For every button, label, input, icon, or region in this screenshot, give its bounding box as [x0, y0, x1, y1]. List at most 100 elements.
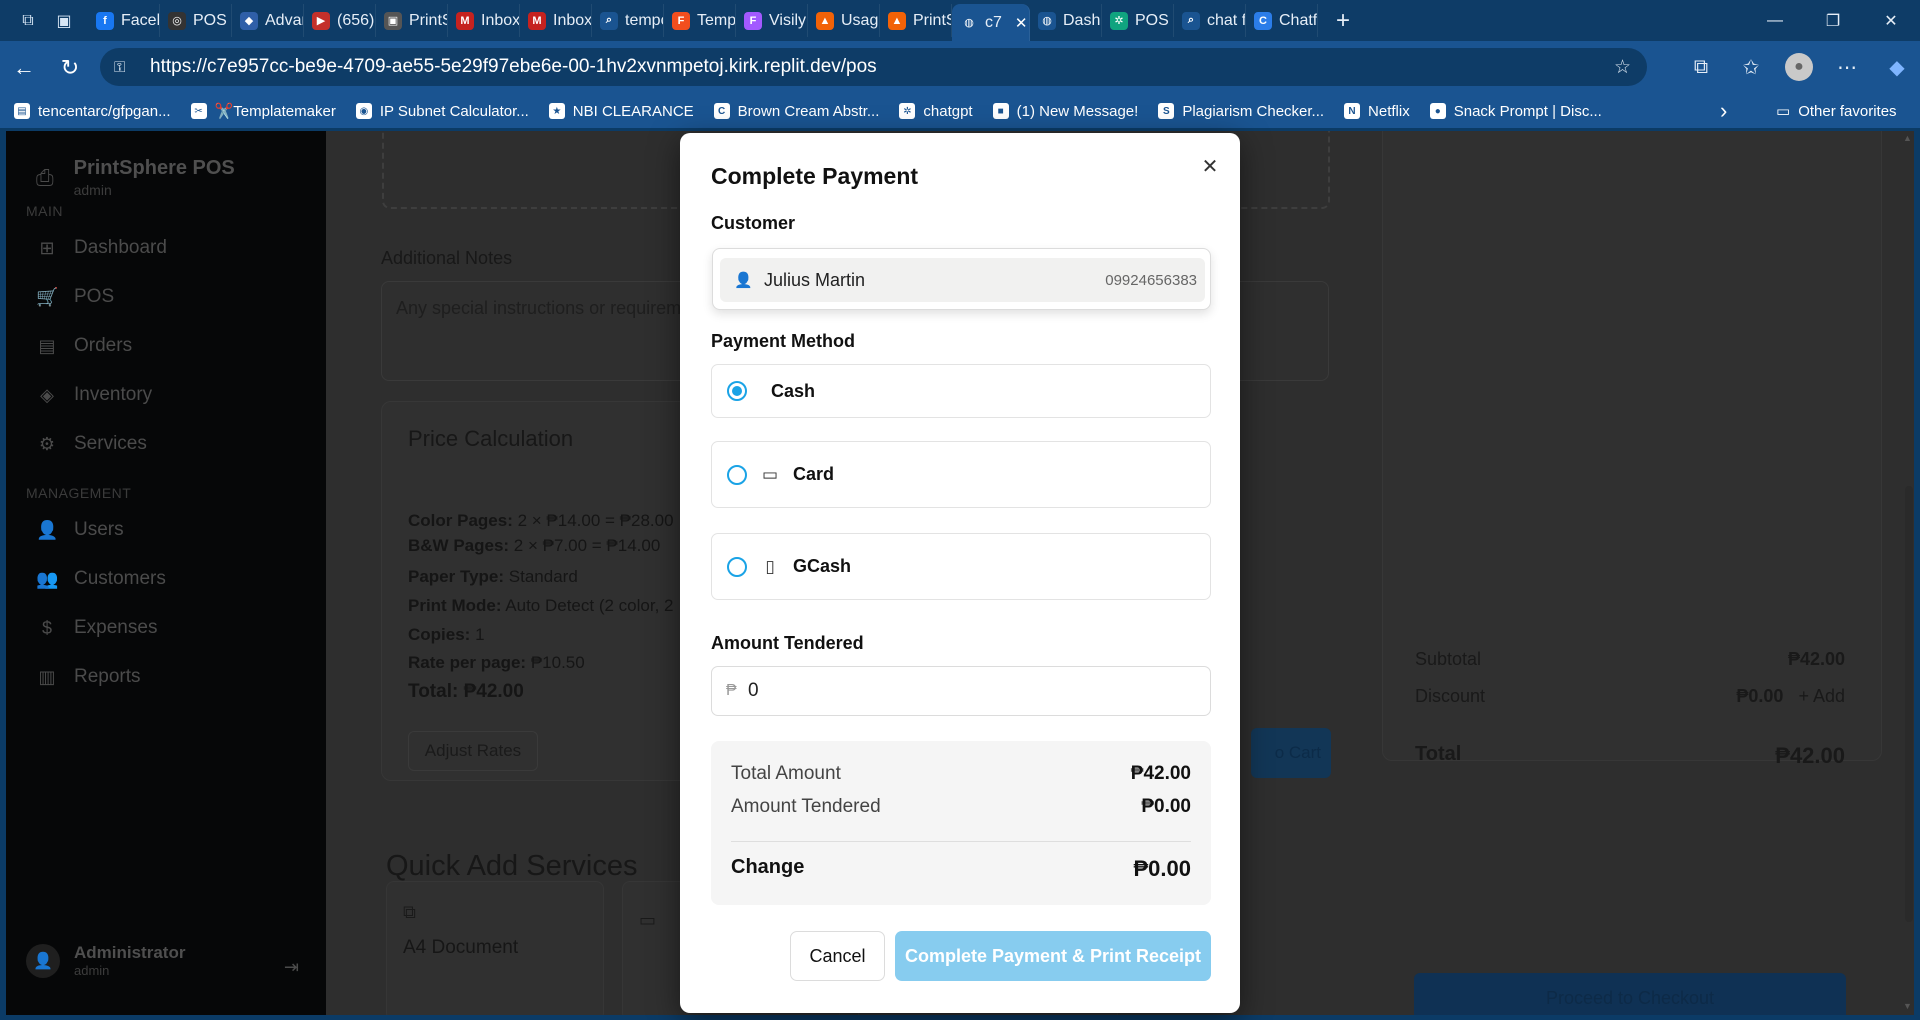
payment-method-label: Payment Method [711, 331, 856, 351]
sidebar-item-inventory[interactable]: ◈ Inventory [36, 384, 152, 406]
radio-card[interactable] [727, 464, 747, 485]
browser-tab[interactable]: ✲ POS sy [1102, 4, 1174, 37]
restore-icon[interactable]: ❐ [1804, 0, 1862, 41]
price-line-value: 2 × ₱14.00 = ₱28.00 [512, 511, 674, 530]
tab-favicon-icon: ◍ [1038, 11, 1056, 30]
site-info-icon[interactable]: ⚿ [114, 59, 134, 76]
bookmark-item[interactable]: ▤ tencentarc/gfpgan... [14, 103, 171, 120]
bookmark-label: Netflix [1368, 102, 1410, 120]
quick-add-card[interactable]: ⧉ A4 Document [386, 881, 604, 1015]
bookmark-item[interactable]: ✲ chatgpt [899, 103, 973, 120]
browser-tab[interactable]: ▶ (656) S [304, 4, 376, 37]
brand-title: PrintSphere POS [73, 157, 235, 179]
sidebar-item-customers[interactable]: 👥 Customers [36, 568, 166, 590]
browser-tab[interactable]: f Facebo [88, 4, 160, 37]
url-field[interactable]: ⚿ https://c7e957cc-be9e-4709-ae55-5e29f9… [100, 48, 1647, 86]
browser-tab[interactable]: ▲ PrintSp [880, 4, 952, 37]
bookmark-label: Plagiarism Checker... [1182, 102, 1325, 120]
scroll-up-icon[interactable]: ▲ [1903, 133, 1912, 143]
sidebar-item-users[interactable]: 👤 Users [36, 519, 124, 541]
browser-tab[interactable]: ◍ c7 ✕ [952, 4, 1030, 41]
price-line-key: Paper Type: [408, 567, 505, 586]
bookmark-item[interactable]: ■ (1) New Message! [992, 103, 1138, 120]
logout-icon[interactable]: ⇥ [284, 957, 299, 978]
tab-title: Inbox ( [553, 11, 592, 29]
extensions-icon[interactable]: ⧉ [1685, 49, 1717, 85]
bookmarks-overflow-icon[interactable]: › [1720, 98, 1727, 124]
sidebar-item-services[interactable]: ⚙ Services [36, 433, 147, 455]
amount-tendered-input[interactable] [748, 680, 1188, 702]
payment-option-label: Cash [771, 380, 816, 401]
payment-option-gcash[interactable]: ▯ GCash [711, 533, 1211, 600]
payment-option-cash[interactable]: Cash [711, 364, 1211, 418]
refresh-icon[interactable]: ↻ [48, 46, 92, 90]
sidebar-item-dashboard[interactable]: ⊞ Dashboard [36, 237, 167, 259]
bookmark-item[interactable]: ✂ ✂️Templatemaker [190, 102, 336, 120]
bookmark-item[interactable]: ◉ IP Subnet Calculator... [355, 103, 529, 120]
sidebar-item-label: Inventory [74, 384, 153, 405]
payment-option-card[interactable]: ▭ Card [711, 441, 1211, 508]
new-tab-button[interactable]: + [1328, 7, 1358, 35]
discount-add-button[interactable]: + Add [1798, 686, 1845, 706]
scroll-thumb[interactable] [1905, 486, 1913, 922]
tab-favicon-icon: f [96, 11, 114, 30]
bookmark-item[interactable]: N Netflix [1344, 103, 1410, 120]
adjust-rates-button[interactable]: Adjust Rates [408, 731, 538, 771]
customer-option[interactable]: 👤 Julius Martin 09924656383 [720, 258, 1205, 302]
complete-payment-button[interactable]: Complete Payment & Print Receipt [895, 931, 1211, 981]
price-line: Print Mode: Auto Detect (2 color, 2 [408, 596, 673, 616]
profile-avatar[interactable]: ● [1785, 53, 1813, 81]
browser-tab[interactable]: ▲ Usage [808, 4, 880, 37]
browser-tab[interactable]: F Visily ( [736, 4, 808, 37]
browser-tab[interactable]: ⌕ chat fu [1174, 4, 1246, 37]
vertical-tabs-icon[interactable]: ▣ [48, 5, 80, 37]
minimize-icon[interactable]: — [1746, 0, 1804, 41]
page-scrollbar[interactable]: ▲ ▼ [1902, 131, 1914, 1015]
cancel-button[interactable]: Cancel [790, 931, 885, 981]
tab-favicon-icon: ▲ [816, 11, 834, 30]
summary-total-row: Total Amount ₱42.00 [731, 763, 1191, 785]
discount-row: Discount ₱0.00 + Add [1415, 686, 1845, 707]
close-window-icon[interactable]: ✕ [1862, 0, 1920, 41]
bookmark-item[interactable]: ★ NBI CLEARANCE [548, 103, 694, 120]
tab-title: POS sy [1135, 11, 1173, 29]
price-line: Paper Type: Standard [408, 567, 578, 587]
radio-gcash[interactable] [727, 556, 747, 577]
bookmark-label: tencentarc/gfpgan... [38, 102, 171, 120]
favorite-star-icon[interactable]: ☆ [1614, 56, 1631, 79]
sidebar-item-expenses[interactable]: $ Expenses [36, 617, 157, 639]
radio-cash[interactable] [727, 381, 747, 401]
sidebar-item-reports[interactable]: ▥ Reports [36, 666, 140, 688]
bookmark-item[interactable]: ● Snack Prompt | Disc... [1429, 103, 1602, 120]
bookmark-item[interactable]: S Plagiarism Checker... [1158, 103, 1324, 120]
browser-tab[interactable]: C Chatfu [1246, 4, 1318, 37]
add-to-cart-button[interactable]: o Cart [1251, 728, 1331, 778]
more-menu-icon[interactable]: ⋯ [1831, 49, 1863, 85]
browser-tab[interactable]: ◍ Dashb [1030, 4, 1102, 37]
sidebar-item-orders[interactable]: ▤ Orders [36, 335, 132, 357]
copilot-icon[interactable]: ◆ [1881, 49, 1913, 85]
back-icon[interactable]: ← [2, 46, 46, 90]
customer-dropdown[interactable]: 👤 Julius Martin 09924656383 [712, 248, 1211, 310]
browser-tab[interactable]: ▣ PrintSp [376, 4, 448, 37]
sidebar-item-pos[interactable]: 🛒 POS [36, 286, 114, 308]
browser-tab[interactable]: M Inbox ( [520, 4, 592, 37]
close-icon[interactable]: ✕ [1199, 155, 1221, 178]
tab-close-icon[interactable]: ✕ [1015, 14, 1028, 32]
favorites-icon[interactable]: ✩ [1735, 49, 1767, 85]
workspaces-icon[interactable]: ⧉ [12, 5, 44, 37]
amount-tendered-field[interactable]: ₱ [711, 666, 1211, 716]
other-favorites[interactable]: ▭ Other favorites [1776, 102, 1897, 121]
browser-tab[interactable]: F Tempo [664, 4, 736, 37]
checkout-button[interactable]: Proceed to Checkout [1414, 973, 1846, 1015]
browser-tab[interactable]: ◎ POS Flc [160, 4, 232, 37]
subtotal-row: Subtotal ₱42.00 [1415, 649, 1845, 670]
bookmark-item[interactable]: C Brown Cream Abstr... [713, 103, 879, 120]
currency-symbol: ₱ [726, 682, 737, 699]
browser-tab[interactable]: ⌕ tempo [592, 4, 664, 37]
tab-title: Advanc [265, 11, 303, 29]
orders-icon: ▤ [38, 335, 56, 356]
browser-tab[interactable]: M Inbox ( [448, 4, 520, 37]
scroll-down-icon[interactable]: ▼ [1903, 1001, 1912, 1011]
browser-tab[interactable]: ◆ Advanc [232, 4, 304, 37]
